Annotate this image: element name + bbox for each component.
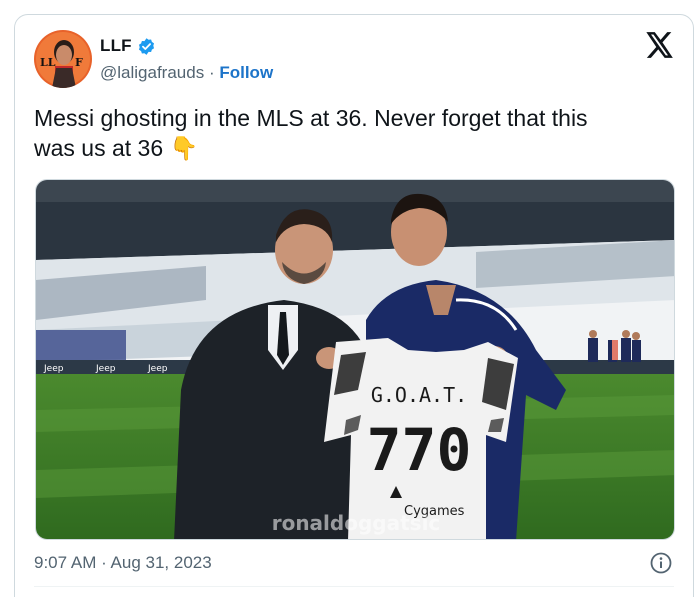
divider bbox=[34, 586, 674, 587]
tweet-text: Messi ghosting in the MLS at 36. Never f… bbox=[34, 103, 664, 163]
image-watermark-text: ronaldoggatsic bbox=[272, 511, 441, 535]
tweet-text-line-2: was us at 36 bbox=[34, 135, 164, 161]
tweet-timestamp[interactable]: 9:07 AM · Aug 31, 2023 bbox=[34, 553, 212, 573]
svg-text:Jeep: Jeep bbox=[147, 364, 168, 374]
author-avatar[interactable]: LL F bbox=[34, 30, 92, 88]
tweet-media-image[interactable]: Jeep Jeep Jeep G.O.A.T. 770 Cygames rona… bbox=[35, 179, 675, 540]
verified-badge-icon bbox=[137, 37, 156, 56]
ad-board-text: Jeep bbox=[43, 364, 64, 374]
author-handle-row: @laligafrauds · Follow bbox=[100, 63, 273, 83]
x-logo-icon[interactable] bbox=[646, 32, 674, 58]
follow-button[interactable]: Follow bbox=[219, 63, 273, 82]
author-handle[interactable]: @laligafrauds bbox=[100, 63, 204, 82]
jersey-number-text: 770 bbox=[367, 416, 472, 484]
separator-dot: · bbox=[208, 63, 215, 82]
info-icon[interactable] bbox=[650, 552, 672, 574]
pointing-down-emoji-icon: 👇 bbox=[169, 135, 199, 161]
tweet-text-line-1: Messi ghosting in the MLS at 36. Never f… bbox=[34, 105, 588, 131]
svg-text:Jeep: Jeep bbox=[95, 364, 116, 374]
avatar-logo-text: LL bbox=[40, 56, 56, 69]
jersey-name-text: G.O.A.T. bbox=[371, 383, 467, 407]
author-name[interactable]: LLF bbox=[100, 36, 132, 56]
svg-text:F: F bbox=[75, 56, 83, 69]
